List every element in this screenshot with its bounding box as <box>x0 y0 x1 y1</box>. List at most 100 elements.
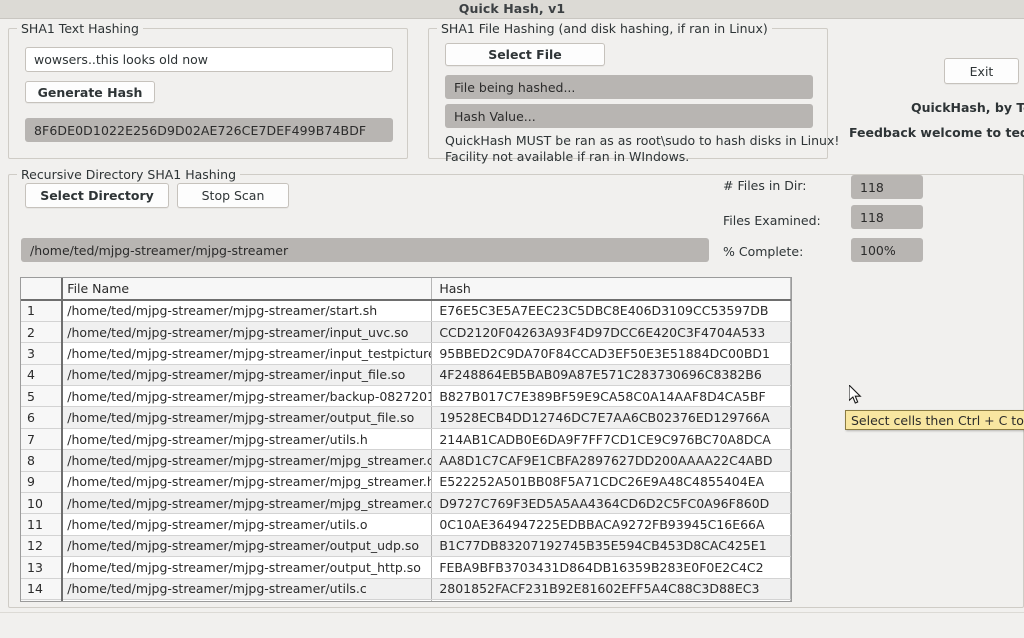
mouse-cursor-icon <box>849 385 863 405</box>
table-cell-index[interactable] <box>21 599 62 602</box>
table-cell-hash[interactable]: AA8D1C7CAF9E1CBFA2897627DD200AAAA22C4ABD <box>432 450 791 471</box>
results-table: File Name Hash 1/home/ted/mjpg-streamer/… <box>21 278 791 602</box>
table-row[interactable]: 2/home/ted/mjpg-streamer/mjpg-streamer/i… <box>21 321 791 342</box>
exit-button[interactable]: Exit <box>944 58 1019 84</box>
column-header-file-name[interactable]: File Name <box>62 278 432 300</box>
table-row[interactable]: 5/home/ted/mjpg-streamer/mjpg-streamer/b… <box>21 386 791 407</box>
table-row[interactable]: 6/home/ted/mjpg-streamer/mjpg-streamer/o… <box>21 407 791 428</box>
copy-hint-tooltip: Select cells then Ctrl + C to copy <box>845 410 1024 430</box>
table-cell-hash[interactable]: 2801852FACF231B92E81602EFF5A4C88C3D88EC3 <box>432 578 791 599</box>
table-cell-file-name[interactable]: /home/ted/mjpg-streamer/mjpg-streamer/mj… <box>62 493 432 514</box>
table-cell-hash[interactable]: CCD2120F04263A93F4D97DCC6E420C3F4704A533 <box>432 321 791 342</box>
table-row[interactable]: 14/home/ted/mjpg-streamer/mjpg-streamer/… <box>21 578 791 599</box>
table-cell-file-name[interactable]: /home/ted/mjpg-streamer/mjpg-streamer/st… <box>62 300 432 321</box>
generate-hash-button[interactable]: Generate Hash <box>25 81 155 103</box>
table-cell-hash[interactable]: 19528ECB4DD12746DC7E7AA6CB02376ED129766A <box>432 407 791 428</box>
results-table-container[interactable]: File Name Hash 1/home/ted/mjpg-streamer/… <box>20 277 792 602</box>
table-cell-file-name[interactable]: /home/ted/mjpg-streamer/mjpg-streamer/in… <box>62 321 432 342</box>
table-cell-index[interactable]: 12 <box>21 535 62 556</box>
text-to-hash-input[interactable]: wowsers..this looks old now <box>25 47 393 72</box>
file-being-hashed-value: File being hashed... <box>454 80 575 95</box>
table-cell-index[interactable]: 2 <box>21 321 62 342</box>
table-cell-index[interactable]: 3 <box>21 343 62 364</box>
files-examined-field: 118 <box>851 205 923 229</box>
table-cell-index[interactable]: 7 <box>21 428 62 449</box>
column-header-hash[interactable]: Hash <box>432 278 791 300</box>
copy-hint-tooltip-text: Select cells then Ctrl + C to copy <box>851 413 1024 428</box>
files-in-dir-field: 118 <box>851 175 923 199</box>
select-file-button[interactable]: Select File <box>445 43 605 66</box>
table-cell-file-name[interactable] <box>62 599 432 602</box>
table-cell-hash[interactable]: E522252A501BB08F5A71CDC26E9A48C4855404EA <box>432 471 791 492</box>
stop-scan-button[interactable]: Stop Scan <box>177 183 289 208</box>
table-row[interactable]: 12/home/ted/mjpg-streamer/mjpg-streamer/… <box>21 535 791 556</box>
table-row[interactable]: 10/home/ted/mjpg-streamer/mjpg-streamer/… <box>21 493 791 514</box>
file-hash-value-field: Hash Value... <box>445 104 813 128</box>
table-cell-file-name[interactable]: /home/ted/mjpg-streamer/mjpg-streamer/in… <box>62 343 432 364</box>
text-hash-result-field: 8F6DE0D1022E256D9D02AE726CE7DEF499B74BDF <box>25 118 393 142</box>
table-row[interactable]: 9/home/ted/mjpg-streamer/mjpg-streamer/m… <box>21 471 791 492</box>
text-to-hash-value: wowsers..this looks old now <box>34 52 208 67</box>
table-cell-hash[interactable] <box>432 599 791 602</box>
recursive-hashing-group-title: Recursive Directory SHA1 Hashing <box>17 167 240 182</box>
table-cell-index[interactable]: 1 <box>21 300 62 321</box>
table-cell-file-name[interactable]: /home/ted/mjpg-streamer/mjpg-streamer/ut… <box>62 514 432 535</box>
table-cell-index[interactable]: 6 <box>21 407 62 428</box>
results-table-body: 1/home/ted/mjpg-streamer/mjpg-streamer/s… <box>21 300 791 602</box>
table-cell-index[interactable]: 4 <box>21 364 62 385</box>
percent-complete-field: 100% <box>851 238 923 262</box>
select-directory-button[interactable]: Select Directory <box>25 183 169 208</box>
files-examined-label: Files Examined: <box>723 213 821 228</box>
table-cell-file-name[interactable]: /home/ted/mjpg-streamer/mjpg-streamer/ba… <box>62 386 432 407</box>
table-cell-hash[interactable]: D9727C769F3ED5A5AA4364CD6D2C5FC0A96F860D <box>432 493 791 514</box>
table-cell-hash[interactable]: 95BBED2C9DA70F84CCAD3EF50E3E51884DC00BD1 <box>432 343 791 364</box>
table-cell-hash[interactable]: 214AB1CADB0E6DA9F7FF7CD1CE9C976BC70A8DCA <box>432 428 791 449</box>
file-hashing-note-line-1: QuickHash MUST be ran as as root\sudo to… <box>445 133 839 148</box>
table-cell-index[interactable]: 9 <box>21 471 62 492</box>
table-cell-hash[interactable]: FEBA9BFB3703431D864DB16359B283E0F0E2C4C2 <box>432 557 791 578</box>
text-hashing-group: SHA1 Text Hashing wowsers..this looks ol… <box>8 28 408 159</box>
window-title: Quick Hash, v1 <box>459 0 565 18</box>
table-header-row: File Name Hash <box>21 278 791 300</box>
table-row[interactable]: 3/home/ted/mjpg-streamer/mjpg-streamer/i… <box>21 343 791 364</box>
quickhash-window: Quick Hash, v1 SHA1 Text Hashing wowsers… <box>0 0 1024 638</box>
table-cell-file-name[interactable]: /home/ted/mjpg-streamer/mjpg-streamer/ut… <box>62 578 432 599</box>
table-cell-file-name[interactable]: /home/ted/mjpg-streamer/mjpg-streamer/ou… <box>62 535 432 556</box>
table-cell-file-name[interactable]: /home/ted/mjpg-streamer/mjpg-streamer/mj… <box>62 450 432 471</box>
table-cell-index[interactable]: 13 <box>21 557 62 578</box>
table-row[interactable]: 7/home/ted/mjpg-streamer/mjpg-streamer/u… <box>21 428 791 449</box>
table-cell-hash[interactable]: B1C77DB83207192745B35E594CB453D8CAC425E1 <box>432 535 791 556</box>
table-cell-file-name[interactable]: /home/ted/mjpg-streamer/mjpg-streamer/in… <box>62 364 432 385</box>
results-table-header: File Name Hash <box>21 278 791 300</box>
table-row[interactable] <box>21 599 791 602</box>
table-cell-hash[interactable]: 0C10AE364947225EDBBACA9272FB93945C16E66A <box>432 514 791 535</box>
table-cell-index[interactable]: 5 <box>21 386 62 407</box>
table-cell-hash[interactable]: 4F248864EB5BAB09A87E571C283730696C8382B6 <box>432 364 791 385</box>
table-row[interactable]: 4/home/ted/mjpg-streamer/mjpg-streamer/i… <box>21 364 791 385</box>
credit-text: QuickHash, by Ted Sm <box>911 100 1024 115</box>
table-cell-index[interactable]: 11 <box>21 514 62 535</box>
table-row[interactable]: 11/home/ted/mjpg-streamer/mjpg-streamer/… <box>21 514 791 535</box>
table-cell-hash[interactable]: E76E5C3E5A7EEC23C5DBC8E406D3109CC53597DB <box>432 300 791 321</box>
file-hashing-note-line-2: Facility not available if ran in WIndows… <box>445 149 689 164</box>
table-cell-file-name[interactable]: /home/ted/mjpg-streamer/mjpg-streamer/ou… <box>62 407 432 428</box>
table-cell-index[interactable]: 10 <box>21 493 62 514</box>
table-cell-hash[interactable]: B827B017C7E389BF59E9CA58C0A14AAF8D4CA5BF <box>432 386 791 407</box>
files-in-dir-label: # Files in Dir: <box>723 178 806 193</box>
text-hashing-group-title: SHA1 Text Hashing <box>17 21 143 36</box>
file-hashing-group: SHA1 File Hashing (and disk hashing, if … <box>428 28 828 159</box>
table-cell-file-name[interactable]: /home/ted/mjpg-streamer/mjpg-streamer/ou… <box>62 557 432 578</box>
table-row[interactable]: 1/home/ted/mjpg-streamer/mjpg-streamer/s… <box>21 300 791 321</box>
directory-path-value: /home/ted/mjpg-streamer/mjpg-streamer <box>30 243 288 258</box>
table-row[interactable]: 13/home/ted/mjpg-streamer/mjpg-streamer/… <box>21 557 791 578</box>
table-row[interactable]: 8/home/ted/mjpg-streamer/mjpg-streamer/m… <box>21 450 791 471</box>
table-cell-index[interactable]: 14 <box>21 578 62 599</box>
directory-path-field: /home/ted/mjpg-streamer/mjpg-streamer <box>21 238 709 262</box>
table-cell-file-name[interactable]: /home/ted/mjpg-streamer/mjpg-streamer/ut… <box>62 428 432 449</box>
feedback-text: Feedback welcome to tedsmith@ <box>849 125 1024 140</box>
file-hash-value: Hash Value... <box>454 109 536 124</box>
table-cell-index[interactable]: 8 <box>21 450 62 471</box>
column-header-index[interactable] <box>21 278 62 300</box>
table-cell-file-name[interactable]: /home/ted/mjpg-streamer/mjpg-streamer/mj… <box>62 471 432 492</box>
text-hash-result-value: 8F6DE0D1022E256D9D02AE726CE7DEF499B74BDF <box>34 123 366 138</box>
